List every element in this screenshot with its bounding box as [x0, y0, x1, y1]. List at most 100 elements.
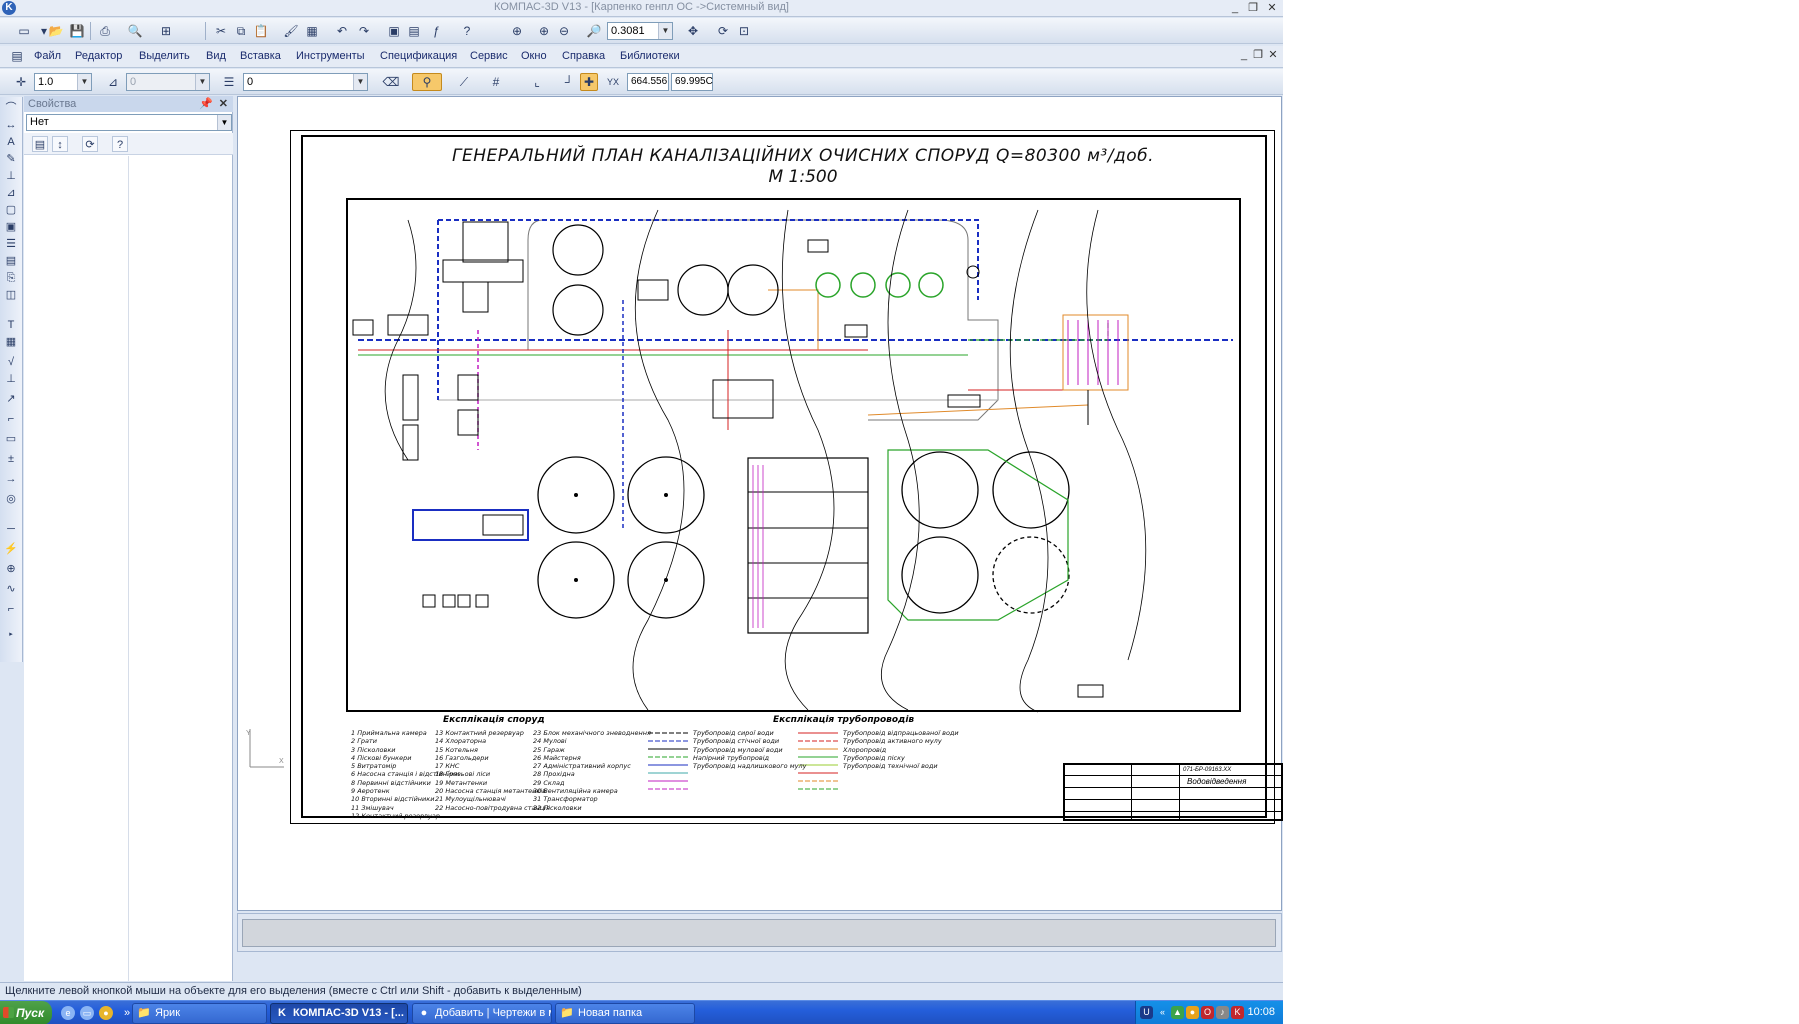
assoc-views-icon[interactable]: ▣: [3, 220, 19, 235]
menu-insert[interactable]: Вставка: [240, 50, 281, 62]
menu-view[interactable]: Вид: [206, 50, 226, 62]
tolerance-icon[interactable]: ▭: [3, 432, 19, 447]
step-combo[interactable]: 1.0 ▼: [34, 73, 92, 91]
menu-select[interactable]: Выделить: [139, 50, 190, 62]
document-menu-icon[interactable]: ▤: [8, 47, 26, 65]
tray-expand-icon[interactable]: «: [1156, 1006, 1169, 1019]
variables-icon[interactable]: ƒ: [427, 22, 445, 40]
print-icon[interactable]: ⎙: [96, 22, 114, 40]
parametrization-icon[interactable]: ⊥: [3, 169, 19, 184]
volume-icon[interactable]: ♪: [1216, 1006, 1229, 1019]
pan-icon[interactable]: ✥: [684, 22, 702, 40]
grid-icon[interactable]: #: [487, 73, 505, 91]
insert-icon[interactable]: ⎘: [3, 271, 19, 286]
ie-icon[interactable]: e: [61, 1006, 75, 1020]
library-icon[interactable]: ▤: [405, 22, 423, 40]
center-mark-icon[interactable]: ⊕: [3, 562, 19, 577]
restore-button[interactable]: ❐: [1245, 1, 1261, 15]
wave-icon[interactable]: ∿: [3, 582, 19, 597]
zoom-in-icon[interactable]: ⊕: [535, 22, 553, 40]
task-new-folder[interactable]: 📁 Новая папка: [555, 1003, 695, 1024]
chevron-down-icon[interactable]: ▼: [353, 74, 367, 90]
layer-combo[interactable]: 0 ▼: [243, 73, 368, 91]
base-icon[interactable]: ⊥: [3, 372, 19, 387]
zoom-window-icon[interactable]: ⊕: [508, 22, 526, 40]
section-icon[interactable]: ◎: [3, 492, 19, 507]
chevron-down-icon[interactable]: ▼: [658, 23, 672, 39]
measure-icon[interactable]: ⊿: [3, 186, 19, 201]
save-icon[interactable]: 💾: [68, 22, 86, 40]
select-icon[interactable]: ▢: [3, 203, 19, 218]
language-icon[interactable]: U: [1140, 1006, 1153, 1019]
doc-restore-button[interactable]: ❐: [1250, 48, 1266, 62]
paste-icon[interactable]: 📋: [252, 22, 270, 40]
pin-icon[interactable]: 📌: [199, 96, 213, 112]
zoom-out-icon[interactable]: ⊖: [555, 22, 573, 40]
chevron-down-icon[interactable]: ▼: [77, 74, 91, 90]
new-document-icon[interactable]: ▭: [15, 22, 33, 40]
coord-y-field[interactable]: 69.995C: [671, 73, 713, 91]
text-icon[interactable]: T: [3, 318, 19, 333]
lightning-icon[interactable]: ⚡: [3, 542, 19, 557]
start-button[interactable]: Пуск: [0, 1001, 52, 1024]
menu-edit[interactable]: Редактор: [75, 50, 122, 62]
coord-x-field[interactable]: 664.556: [627, 73, 669, 91]
sort-icon[interactable]: ↕: [52, 136, 68, 152]
snap-bindings-icon[interactable]: ⚲: [412, 73, 442, 91]
eraser-icon[interactable]: ⌫: [382, 73, 400, 91]
format-brush-icon[interactable]: 🖌: [282, 22, 300, 40]
break-icon[interactable]: ⌐: [3, 602, 19, 617]
menu-file[interactable]: Файл: [34, 50, 61, 62]
desktop-icon[interactable]: ▭: [80, 1006, 94, 1020]
round-icon[interactable]: ✚: [580, 73, 598, 91]
chevron-down-icon[interactable]: ▼: [217, 115, 231, 130]
ortho-icon[interactable]: ⟋: [455, 73, 473, 91]
kaspersky-icon[interactable]: K: [1231, 1006, 1244, 1019]
drawing-canvas[interactable]: ГЕНЕРАЛЬНИЙ ПЛАН КАНАЛІЗАЦІЙНИХ ОЧИСНИХ …: [237, 96, 1283, 911]
menu-libraries[interactable]: Библиотеки: [620, 50, 680, 62]
menu-service[interactable]: Сервис: [470, 50, 508, 62]
menu-help[interactable]: Справка: [562, 50, 605, 62]
antivirus-icon[interactable]: ●: [1186, 1006, 1199, 1019]
expand-arrow-icon[interactable]: ▸: [3, 627, 19, 642]
menu-tools[interactable]: Инструменты: [296, 50, 365, 62]
ortho-mode-icon[interactable]: ┘: [560, 73, 578, 91]
edit-icon[interactable]: ✎: [3, 152, 19, 167]
close-button[interactable]: ✕: [1264, 1, 1280, 15]
cursor-step-icon[interactable]: ✛: [12, 73, 30, 91]
leader-icon[interactable]: ↗: [3, 392, 19, 407]
refresh-props-icon[interactable]: ⟳: [82, 136, 98, 152]
symbols-icon[interactable]: A: [3, 135, 19, 150]
layer-icon[interactable]: ☰: [220, 73, 238, 91]
menu-window[interactable]: Окно: [521, 50, 547, 62]
axis-line-icon[interactable]: ±: [3, 452, 19, 467]
view-arrow-icon[interactable]: →: [3, 472, 19, 487]
geometry-icon[interactable]: ⌒: [3, 101, 19, 116]
zoom-scale-icon[interactable]: 🔎: [585, 22, 603, 40]
frag-icon[interactable]: ◫: [3, 288, 19, 303]
spec-icon[interactable]: ☰: [3, 237, 19, 252]
redo-icon[interactable]: ↷: [355, 22, 373, 40]
object-selector[interactable]: Нет ▼: [26, 114, 232, 131]
opera-icon[interactable]: O: [1201, 1006, 1214, 1019]
network-icon[interactable]: ▲: [1171, 1006, 1184, 1019]
manager-icon[interactable]: ⊞: [157, 22, 175, 40]
local-cs-icon[interactable]: ⌞: [528, 73, 546, 91]
position-icon[interactable]: ⌐: [3, 412, 19, 427]
table-icon[interactable]: ▦: [3, 335, 19, 350]
help-pointer-icon[interactable]: ?: [458, 22, 476, 40]
dimensions-icon[interactable]: ↔: [3, 118, 19, 133]
preview-icon[interactable]: 🔍: [126, 22, 144, 40]
task-yarik[interactable]: 📁 Ярик: [132, 1003, 267, 1024]
properties-icon[interactable]: ▦: [303, 22, 321, 40]
undo-icon[interactable]: ↶: [333, 22, 351, 40]
list-view-icon[interactable]: ▤: [32, 136, 48, 152]
open-folder-icon[interactable]: 📂: [47, 22, 65, 40]
task-chrome[interactable]: ● Добавить | Чертежи в м...: [412, 1003, 552, 1024]
refresh-icon[interactable]: ⟳: [714, 22, 732, 40]
doc-close-button[interactable]: ✕: [1265, 48, 1281, 62]
close-icon[interactable]: ✕: [219, 96, 228, 112]
copy-icon[interactable]: ⧉: [232, 22, 250, 40]
help-icon[interactable]: ?: [112, 136, 128, 152]
chrome-icon[interactable]: ●: [99, 1006, 113, 1020]
